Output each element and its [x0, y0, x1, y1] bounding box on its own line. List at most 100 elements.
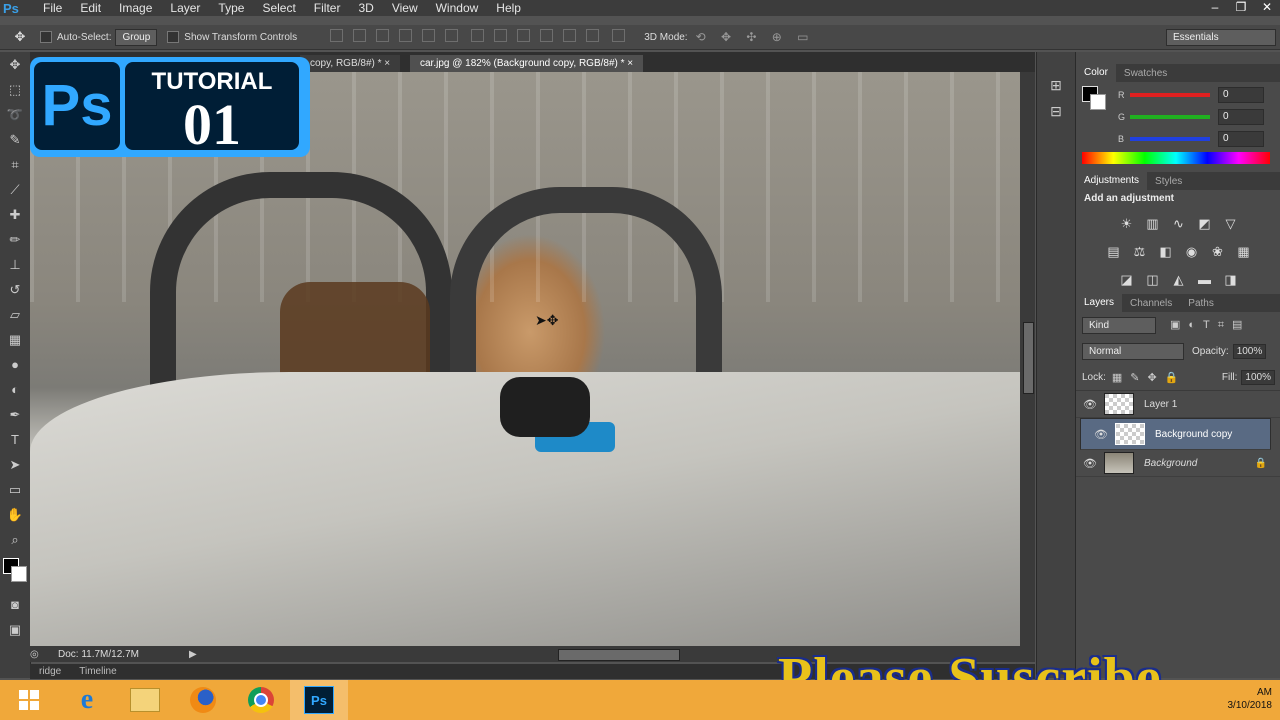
vertical-scrollbar[interactable]: [1020, 72, 1035, 646]
doc-tab-1[interactable]: copy, RGB/8#) * ×: [300, 55, 401, 72]
selective-color-icon[interactable]: ◨: [1220, 269, 1242, 291]
menu-window[interactable]: Window: [428, 1, 489, 15]
align-left-icon[interactable]: [399, 29, 413, 42]
threshold-icon[interactable]: ◭: [1168, 269, 1190, 291]
3d-mode-icons[interactable]: ⟲ ✥ ✣ ⊕ ▭: [696, 30, 815, 44]
color-balance-icon[interactable]: ⚖: [1129, 241, 1151, 263]
red-value[interactable]: 0: [1218, 87, 1264, 103]
align-middle-icon[interactable]: [353, 29, 367, 42]
dodge-tool-icon[interactable]: ◐: [0, 377, 30, 402]
distribute-left-icon[interactable]: [540, 29, 554, 42]
vibrance-icon[interactable]: ▽: [1220, 213, 1242, 235]
lasso-tool-icon[interactable]: ➰: [0, 102, 30, 127]
tab-adjustments[interactable]: Adjustments: [1076, 172, 1148, 190]
menu-layer[interactable]: Layer: [162, 1, 210, 15]
restore-button[interactable]: ❐: [1228, 0, 1254, 14]
distribute-top-icon[interactable]: [471, 29, 485, 42]
taskbar-clock[interactable]: AM 3/10/2018: [1228, 686, 1273, 712]
auto-select-checkbox[interactable]: [40, 31, 52, 43]
start-button[interactable]: [0, 680, 58, 720]
healing-tool-icon[interactable]: ✚: [0, 202, 30, 227]
menu-file[interactable]: File: [35, 1, 72, 15]
levels-icon[interactable]: ▥: [1142, 213, 1164, 235]
eye-icon[interactable]: 👁: [1076, 398, 1104, 411]
invert-icon[interactable]: ◪: [1116, 269, 1138, 291]
distribute-middle-icon[interactable]: [494, 29, 508, 42]
layer-row-background[interactable]: 👁 Background 🔒: [1076, 450, 1280, 477]
scroll-thumb[interactable]: [558, 649, 680, 661]
align-center-icon[interactable]: [422, 29, 436, 42]
gradient-tool-icon[interactable]: ▦: [0, 327, 30, 352]
zoom-tool-icon[interactable]: ⌕: [0, 527, 30, 552]
menu-edit[interactable]: Edit: [72, 1, 111, 15]
taskbar-chrome[interactable]: [232, 680, 290, 720]
zoom-icon[interactable]: ◎: [30, 649, 58, 660]
eye-icon[interactable]: 👁: [1087, 428, 1115, 441]
menu-help[interactable]: Help: [488, 1, 531, 15]
curves-icon[interactable]: ∿: [1168, 213, 1190, 235]
close-button[interactable]: ✕: [1254, 0, 1280, 14]
red-slider[interactable]: [1130, 93, 1210, 97]
black-white-icon[interactable]: ◧: [1155, 241, 1177, 263]
tab-timeline[interactable]: Timeline: [70, 666, 125, 677]
background-color[interactable]: [1090, 94, 1106, 110]
brightness-icon[interactable]: ☀: [1116, 213, 1138, 235]
distribute-center-icon[interactable]: [563, 29, 577, 42]
status-menu-arrow-icon[interactable]: ▶: [189, 649, 197, 660]
history-panel-icon[interactable]: ⊞: [1037, 72, 1075, 98]
tab-layers[interactable]: Layers: [1076, 294, 1123, 312]
close-icon[interactable]: ×: [384, 58, 390, 69]
move-tool-icon[interactable]: ✥: [0, 29, 40, 45]
layer-row-layer-1[interactable]: 👁 Layer 1: [1076, 391, 1280, 418]
tab-styles[interactable]: Styles: [1147, 176, 1190, 187]
shape-tool-icon[interactable]: ▭: [0, 477, 30, 502]
tab-color[interactable]: Color: [1076, 64, 1116, 82]
channel-mixer-icon[interactable]: ❀: [1207, 241, 1229, 263]
eyedropper-tool-icon[interactable]: ⟋: [0, 177, 30, 202]
align-bottom-icon[interactable]: [376, 29, 390, 42]
stamp-tool-icon[interactable]: ⊥: [0, 252, 30, 277]
menu-select[interactable]: Select: [254, 1, 305, 15]
blue-slider[interactable]: [1130, 137, 1210, 141]
taskbar-firefox[interactable]: [174, 680, 232, 720]
tab-mini-bridge[interactable]: ridge: [30, 666, 70, 677]
exposure-icon[interactable]: ◩: [1194, 213, 1216, 235]
layer-row-background-copy[interactable]: 👁 Background copy: [1080, 418, 1271, 450]
auto-select-dropdown[interactable]: Group: [115, 28, 158, 46]
hand-tool-icon[interactable]: ✋: [0, 502, 30, 527]
quick-mask-icon[interactable]: ◙: [0, 592, 30, 617]
menu-3d[interactable]: 3D: [350, 1, 383, 15]
path-select-tool-icon[interactable]: ➤: [0, 452, 30, 477]
hue-saturation-icon[interactable]: ▤: [1103, 241, 1125, 263]
layer-filter-icons[interactable]: ▣◐T⌗▤: [1170, 318, 1250, 332]
minimize-button[interactable]: –: [1202, 0, 1228, 14]
tab-swatches[interactable]: Swatches: [1116, 68, 1175, 79]
doc-tab-car[interactable]: car.jpg @ 182% (Background copy, RGB/8#)…: [410, 55, 644, 72]
green-slider[interactable]: [1130, 115, 1210, 119]
distribute-right-icon[interactable]: [586, 29, 600, 42]
type-tool-icon[interactable]: T: [0, 427, 30, 452]
color-swatches[interactable]: [0, 552, 30, 592]
menu-view[interactable]: View: [384, 1, 428, 15]
screen-mode-icon[interactable]: ▣: [0, 617, 30, 642]
distribute-bottom-icon[interactable]: [517, 29, 531, 42]
color-lookup-icon[interactable]: ▦: [1233, 241, 1255, 263]
layer-kind-dropdown[interactable]: Kind: [1082, 316, 1156, 334]
fill-input[interactable]: 100%: [1241, 369, 1275, 385]
menu-image[interactable]: Image: [111, 1, 162, 15]
align-top-icon[interactable]: [330, 29, 344, 42]
crop-tool-icon[interactable]: ⌗: [0, 152, 30, 177]
taskbar-ie[interactable]: e: [58, 680, 116, 720]
history-brush-tool-icon[interactable]: ↺: [0, 277, 30, 302]
gradient-map-icon[interactable]: ▬: [1194, 269, 1216, 291]
workspace-dropdown[interactable]: Essentials: [1166, 28, 1276, 46]
scroll-thumb[interactable]: [1023, 322, 1034, 394]
blur-tool-icon[interactable]: ●: [0, 352, 30, 377]
properties-panel-icon[interactable]: ⊟: [1037, 98, 1075, 124]
transform-controls-checkbox[interactable]: [167, 31, 180, 43]
taskbar-explorer[interactable]: [116, 680, 174, 720]
green-value[interactable]: 0: [1218, 109, 1264, 125]
eraser-tool-icon[interactable]: ▱: [0, 302, 30, 327]
opacity-input[interactable]: 100%: [1232, 343, 1267, 359]
color-spectrum[interactable]: [1082, 152, 1270, 164]
